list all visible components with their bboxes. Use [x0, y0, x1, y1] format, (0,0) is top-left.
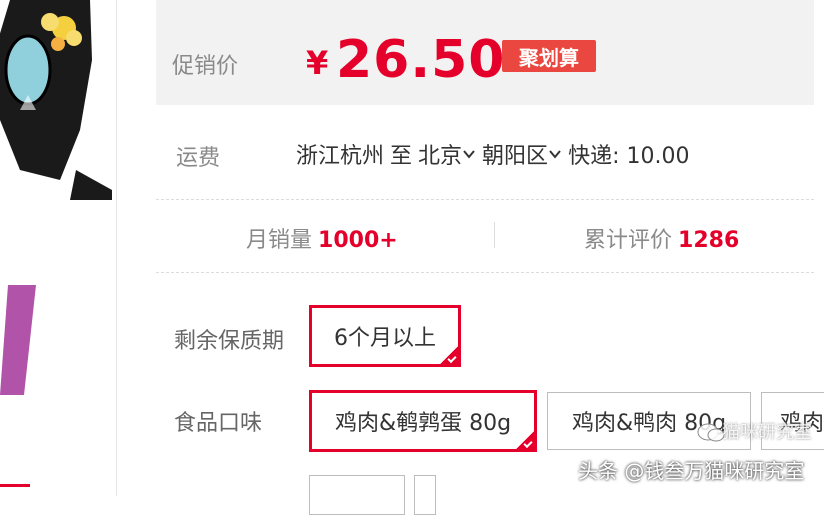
total-reviews-label: 累计评价: [584, 228, 673, 253]
row-divider: [156, 272, 814, 273]
watermark-faint: 猫咪研究室: [722, 422, 812, 443]
shelf-life-option-label: 6个月以上: [334, 326, 436, 351]
promo-price-label: 促销价: [172, 54, 239, 79]
total-reviews[interactable]: 累计评价 1286: [584, 222, 739, 254]
flavor-option[interactable]: 鸡肉&鹌鹑蛋 80g: [309, 390, 537, 452]
monthly-sales-value: 1000+: [318, 228, 398, 253]
product-image-fragment: [0, 0, 118, 496]
selected-check-icon: [516, 431, 534, 449]
monthly-sales: 月销量 1000+: [246, 222, 398, 254]
shelf-life-label: 剩余保质期: [174, 329, 285, 354]
ship-express-fee: 快递: 10.00: [568, 144, 690, 169]
ship-to-word: 至: [390, 144, 413, 169]
chevron-down-icon: [463, 150, 475, 159]
option-partial[interactable]: [414, 475, 436, 515]
ship-from: 浙江杭州: [296, 144, 385, 169]
total-reviews-value: 1286: [678, 228, 740, 253]
selected-check-icon: [440, 346, 458, 364]
promo-price-value: 26.50: [336, 30, 506, 90]
price-currency: ¥: [306, 44, 329, 82]
option-partial[interactable]: [309, 475, 405, 515]
ship-city: 北京: [418, 144, 463, 169]
product-image-magenta-shape: [0, 285, 36, 395]
juhuasuan-badge[interactable]: 聚划算: [502, 40, 596, 72]
ship-district: 朝阳区: [482, 144, 549, 169]
watermark: 头条 @钱叁万猫咪研究室: [578, 459, 805, 483]
shipping-info: 浙江杭州 至 北京 朝阳区 快递: 10.00: [296, 138, 689, 170]
shipping-row: 运费 浙江杭州 至 北京 朝阳区 快递: 10.00: [156, 130, 814, 180]
chevron-down-icon: [549, 150, 561, 159]
product-cat-illustration: [0, 0, 112, 200]
stats-divider: [494, 222, 495, 248]
ship-city-select[interactable]: 北京: [418, 138, 476, 170]
flavor-option-label: 鸡肉&鹌鹑蛋 80g: [334, 411, 512, 436]
row-divider: [156, 199, 814, 200]
monthly-sales-label: 月销量: [246, 228, 313, 253]
image-divider: [116, 0, 117, 496]
shelf-life-option[interactable]: 6个月以上: [309, 305, 461, 367]
shipping-label: 运费: [176, 146, 221, 171]
flavor-label: 食品口味: [174, 411, 263, 436]
ship-district-select[interactable]: 朝阳区: [482, 138, 562, 170]
price-panel: 促销价 ¥ 26.50 聚划算: [156, 0, 814, 105]
accent-mark: [0, 484, 30, 487]
